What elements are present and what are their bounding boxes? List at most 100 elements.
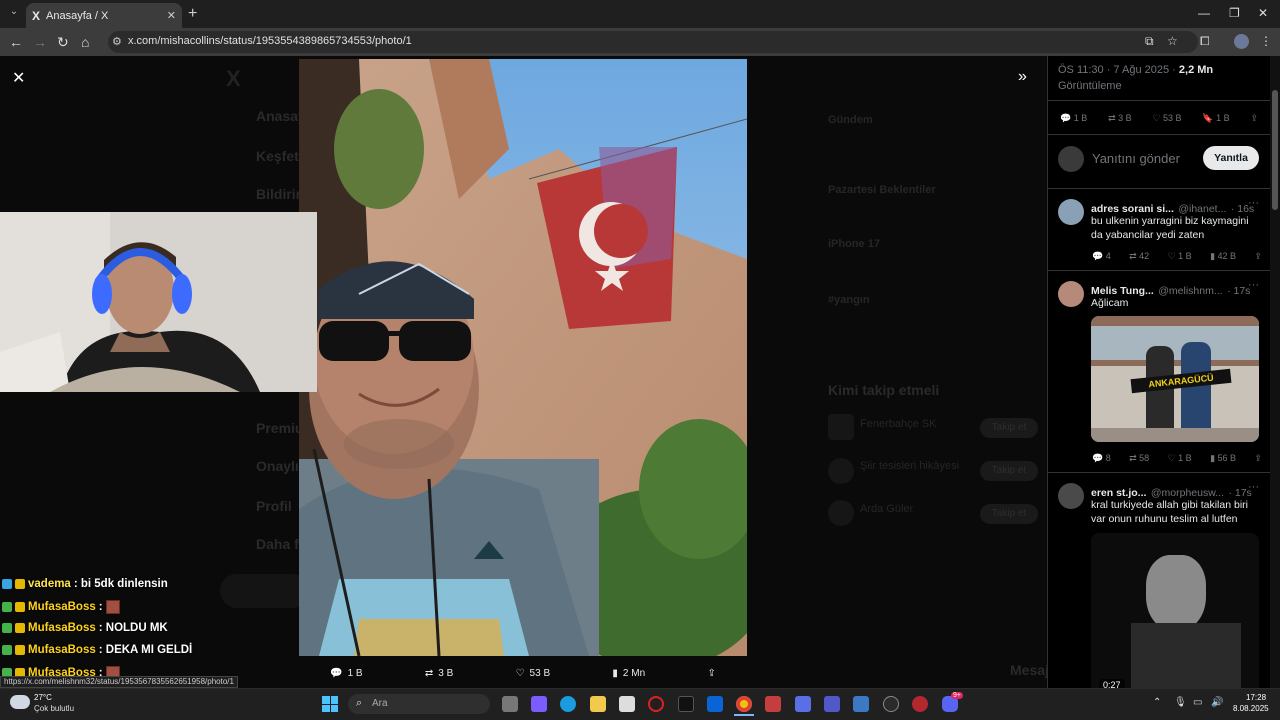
- suggestion-3[interactable]: Arda Güler: [860, 503, 913, 515]
- reply-count[interactable]: 💬 4: [1092, 251, 1111, 262]
- tiktok-icon[interactable]: [678, 696, 694, 712]
- reply-count[interactable]: 💬 8: [1092, 453, 1111, 464]
- reply-input[interactable]: Yanıtını gönder: [1092, 151, 1180, 166]
- reply-text: bu ulkenin yarragini biz kaymagini da ya…: [1091, 215, 1249, 241]
- nav-verified[interactable]: Onaylı: [256, 458, 299, 474]
- reply-item[interactable]: eren st.jo... @morpheusw... · 17s ··· kr…: [1048, 472, 1270, 688]
- profile-avatar[interactable]: [1234, 34, 1249, 49]
- teams-icon[interactable]: [824, 696, 840, 712]
- like-stat[interactable]: ♡ 53 B: [1152, 113, 1181, 124]
- copilot-icon[interactable]: [531, 696, 547, 712]
- reload-icon[interactable]: ↻: [57, 34, 69, 51]
- app-icon[interactable]: [765, 696, 781, 712]
- tab-close-icon[interactable]: ✕: [167, 9, 176, 22]
- close-window-icon[interactable]: ✕: [1258, 6, 1268, 20]
- reply-item[interactable]: Melis Tung... @melishnm... · 17s ··· Ağl…: [1048, 270, 1270, 472]
- extensions-icon[interactable]: ⧠: [1200, 34, 1210, 49]
- reply-action[interactable]: 💬 1 B: [330, 668, 362, 679]
- url-field[interactable]: x.com/mishacollins/status/19535543898657…: [108, 31, 1198, 53]
- like-count[interactable]: ♡ 1 B: [1168, 251, 1192, 262]
- reply-stats: 💬 4 ⇄ 42 ♡ 1 B ▮ 42 B ⇪: [1092, 251, 1262, 262]
- views-action[interactable]: ▮ 2 Mn: [612, 668, 645, 679]
- retweet-stat[interactable]: ⇄ 3 B: [1108, 113, 1132, 124]
- chat-username[interactable]: MufasaBoss: [28, 622, 96, 634]
- chrome-icon[interactable]: [736, 696, 752, 712]
- start-windows-icon[interactable]: [322, 696, 338, 712]
- reply-video[interactable]: 0:27: [1091, 533, 1259, 688]
- expand-panel-icon[interactable]: »: [1018, 68, 1027, 86]
- microphone-icon[interactable]: 🎙: [1174, 697, 1187, 708]
- edge-icon[interactable]: [560, 696, 576, 712]
- nav-profile[interactable]: Profil: [256, 498, 292, 514]
- tray-chevron-icon[interactable]: ⌃: [1153, 697, 1161, 708]
- store-icon[interactable]: [619, 696, 635, 712]
- tweet-photo[interactable]: [299, 59, 747, 656]
- share-icon[interactable]: ⇪: [1254, 453, 1262, 464]
- back-icon[interactable]: ←: [9, 34, 23, 50]
- forward-icon[interactable]: →: [33, 34, 47, 50]
- outlook-icon[interactable]: [707, 696, 723, 712]
- bookmark-star-icon[interactable]: ☆: [1167, 34, 1178, 48]
- trend-1[interactable]: Gündem: [828, 114, 873, 126]
- trend-2[interactable]: Pazartesi Beklentiler: [828, 184, 936, 196]
- follow-button-1[interactable]: Takip et: [980, 418, 1038, 438]
- chat-username[interactable]: vadema: [28, 578, 71, 590]
- install-app-icon[interactable]: ⧉: [1145, 34, 1154, 49]
- follow-button-2[interactable]: Takip et: [980, 461, 1038, 481]
- reply-submit-button[interactable]: Yanıtla: [1203, 146, 1259, 170]
- share-icon: ⇪: [707, 667, 716, 679]
- like-action[interactable]: ♡ 53 B: [516, 668, 551, 679]
- tab-search-icon[interactable]: ⌄: [6, 6, 22, 22]
- nav-explore[interactable]: Keşfet: [256, 148, 299, 164]
- new-tab-icon[interactable]: +: [188, 5, 197, 23]
- restore-icon[interactable]: ❐: [1229, 6, 1240, 20]
- file-explorer-icon[interactable]: [590, 696, 606, 712]
- app-icon[interactable]: [853, 696, 869, 712]
- weather-desc[interactable]: Çok bulutlu: [34, 704, 74, 713]
- minimize-icon[interactable]: —: [1198, 6, 1210, 20]
- suggestion-2[interactable]: Şiir tesisleri hikâyesi: [860, 460, 959, 472]
- more-options-icon[interactable]: ···: [1248, 197, 1259, 209]
- app-icon[interactable]: [883, 696, 899, 712]
- scrollbar-thumb[interactable]: [1272, 90, 1278, 210]
- views-count[interactable]: ▮ 42 B: [1210, 251, 1236, 262]
- site-info-icon[interactable]: ⚙: [112, 35, 122, 48]
- reply-stat[interactable]: 💬 1 B: [1060, 113, 1087, 124]
- post-button-dim[interactable]: [220, 574, 310, 608]
- clock-time[interactable]: 17:28: [1246, 693, 1266, 702]
- clock-date[interactable]: 8.08.2025: [1233, 704, 1269, 713]
- chat-username[interactable]: MufasaBoss: [28, 644, 96, 656]
- taskbar-search[interactable]: Ara: [348, 694, 490, 714]
- task-view-icon[interactable]: [502, 696, 518, 712]
- suggestion-1[interactable]: Fenerbahçe SK: [860, 418, 936, 430]
- bookmark-stat[interactable]: 🔖 1 B: [1202, 113, 1229, 124]
- views-count[interactable]: ▮ 56 B: [1210, 453, 1236, 464]
- trend-3[interactable]: iPhone 17: [828, 238, 880, 250]
- share-icon[interactable]: ⇪: [1250, 113, 1258, 124]
- trend-4[interactable]: #yangın: [828, 294, 870, 306]
- weather-cloud-icon[interactable]: [10, 695, 30, 709]
- app-icon[interactable]: [795, 696, 811, 712]
- volume-icon[interactable]: 🔊: [1211, 697, 1223, 708]
- more-options-icon[interactable]: ···: [1248, 279, 1259, 291]
- share-icon[interactable]: ⇪: [1254, 251, 1262, 262]
- network-icon[interactable]: ▭: [1193, 697, 1202, 708]
- share-action[interactable]: ⇪: [707, 668, 715, 679]
- follow-button-3[interactable]: Takip et: [980, 504, 1038, 524]
- more-options-icon[interactable]: ···: [1248, 481, 1259, 493]
- reply-item[interactable]: adres sorani si... @ihanet... · 16s ··· …: [1048, 188, 1270, 270]
- home-icon[interactable]: ⌂: [81, 34, 89, 50]
- reply-image[interactable]: ANKARAGÜCÜ: [1091, 316, 1259, 442]
- opera-icon[interactable]: [648, 696, 664, 712]
- close-viewer-icon[interactable]: ✕: [12, 68, 25, 88]
- app-icon[interactable]: [912, 696, 928, 712]
- weather-temp[interactable]: 27°C: [34, 693, 52, 702]
- retweet-count[interactable]: ⇄ 58: [1129, 453, 1149, 464]
- browser-menu-icon[interactable]: ⋮: [1260, 34, 1272, 48]
- like-count[interactable]: ♡ 1 B: [1168, 453, 1192, 464]
- browser-tab[interactable]: X Anasayfa / X ✕: [26, 3, 182, 28]
- retweet-count[interactable]: ⇄ 42: [1129, 251, 1149, 262]
- reply-stats: 💬 8 ⇄ 58 ♡ 1 B ▮ 56 B ⇪: [1092, 453, 1262, 464]
- retweet-action[interactable]: ⇄ 3 B: [425, 668, 453, 679]
- chat-username[interactable]: MufasaBoss: [28, 601, 96, 613]
